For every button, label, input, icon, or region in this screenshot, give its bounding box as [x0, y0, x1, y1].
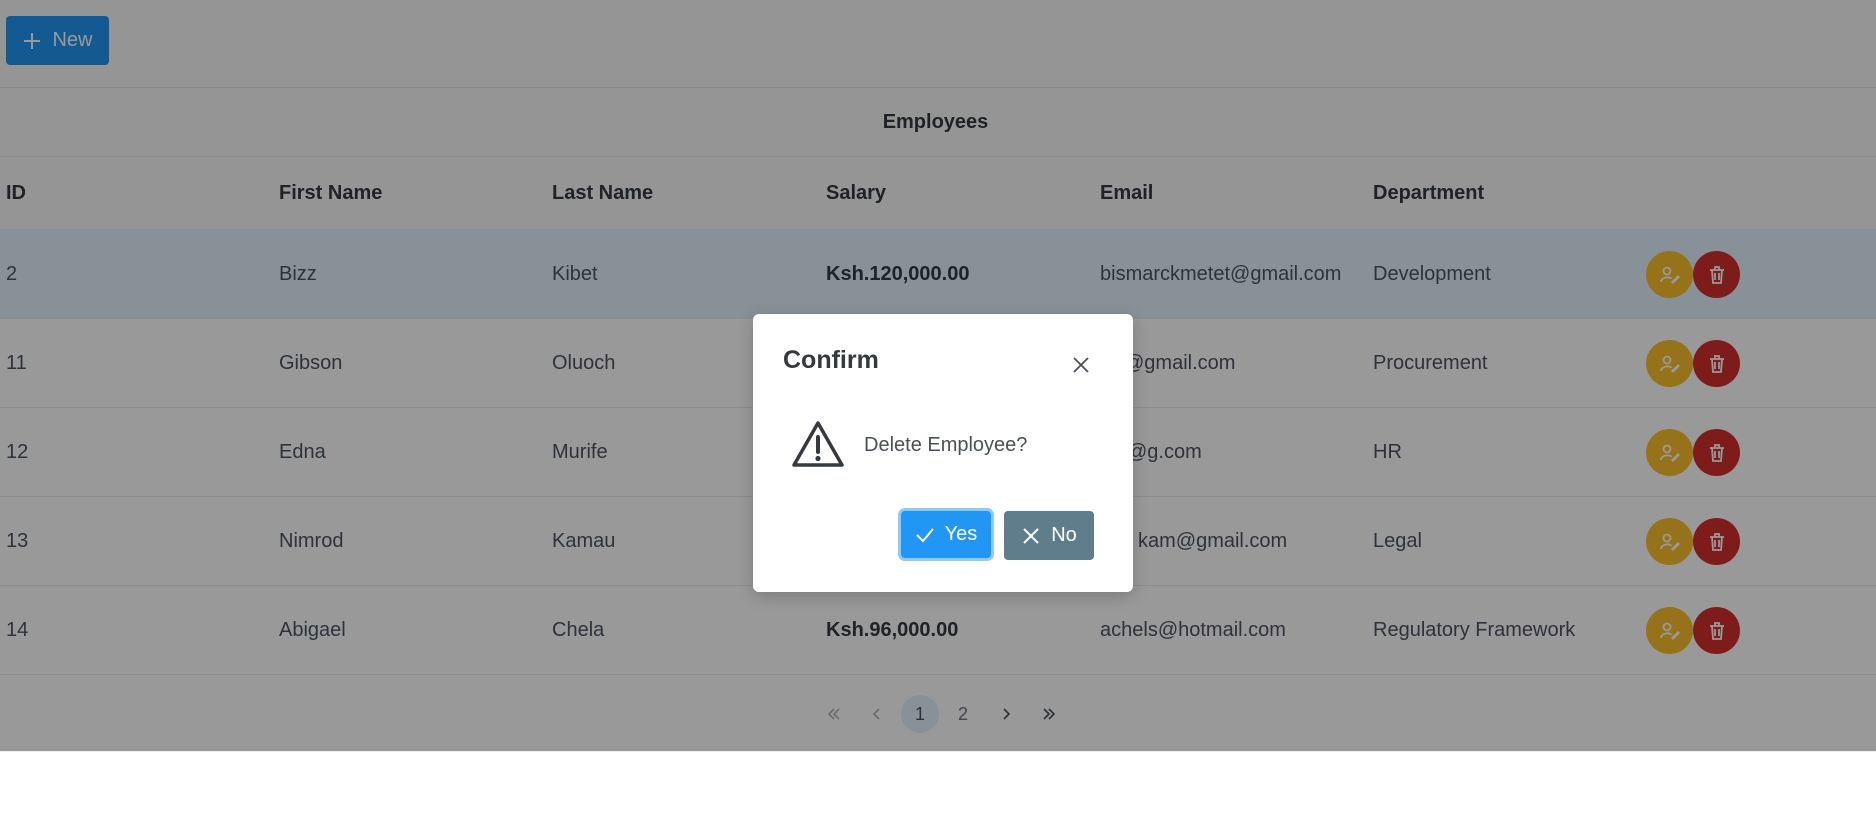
dialog-close-button[interactable]: [1064, 348, 1098, 382]
close-icon: [1073, 357, 1089, 373]
no-button-label: No: [1051, 524, 1077, 546]
confirm-dialog: Confirm Delete Employee? Yes No: [753, 314, 1133, 592]
dialog-title: Confirm: [783, 346, 879, 374]
app: New Employees ID First Name Last Name Sa…: [0, 0, 1876, 837]
dialog-message: Delete Employee?: [864, 434, 1028, 456]
check-icon: [915, 527, 934, 542]
no-button[interactable]: No: [1004, 511, 1094, 560]
times-icon: [1023, 527, 1039, 544]
yes-button-label: Yes: [944, 523, 978, 545]
yes-button[interactable]: Yes: [901, 511, 991, 558]
warning-icon: [792, 421, 844, 467]
